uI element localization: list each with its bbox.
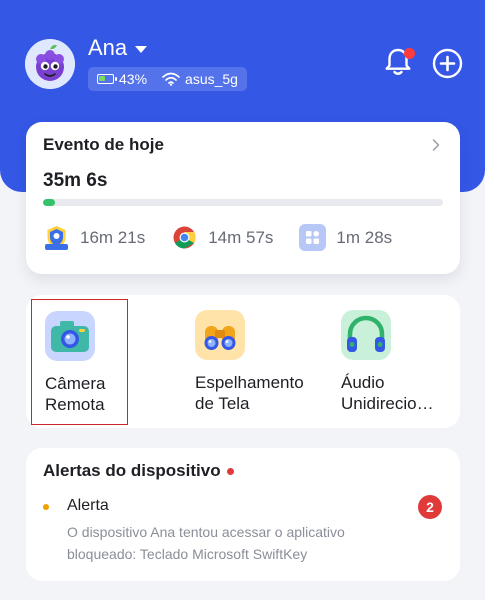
username: Ana	[88, 35, 128, 60]
usage-time: 14m 57s	[208, 227, 274, 247]
feature-label: Câmera Remota	[45, 374, 106, 414]
battery-text: 43%	[119, 71, 148, 87]
app-usage-list: 16m 21s 14m 57s 1m 28s	[43, 224, 418, 251]
today-title: Evento de hoje	[43, 135, 164, 154]
chrome-icon	[173, 226, 196, 249]
battery-level	[99, 76, 105, 81]
screen-mirroring-button[interactable]: Espelhamento de Tela	[176, 295, 306, 428]
headphones-icon	[341, 310, 391, 360]
total-time: 35m 6s	[43, 170, 108, 191]
alert-name: Alerta	[67, 497, 109, 514]
usage-time: 1m 28s	[336, 227, 393, 247]
alert-text: O dispositivo Ana tentou acessar o aplic…	[67, 524, 345, 562]
chevron-right-icon[interactable]	[432, 139, 440, 151]
wifi-icon	[162, 72, 180, 86]
usage-item[interactable]: 14m 57s	[171, 224, 273, 251]
one-way-audio-button[interactable]: Áudio Unidirecio…	[322, 295, 452, 428]
binoculars-icon	[195, 310, 245, 360]
alert-count-badge: 2	[418, 495, 442, 519]
caret-down-icon	[135, 45, 148, 53]
usage-item[interactable]: 16m 21s	[43, 224, 145, 251]
user-switcher[interactable]: Ana	[88, 35, 148, 61]
notification-dot	[404, 48, 415, 59]
grape-avatar-icon	[25, 39, 75, 89]
usage-progress-bar	[43, 199, 443, 206]
add-icon[interactable]	[432, 48, 463, 79]
camera-icon	[45, 311, 95, 361]
avatar[interactable]	[25, 39, 75, 89]
alerts-unread-dot	[226, 468, 234, 476]
device-alerts-card[interactable]: Alertas do dispositivo Alerta O disposit…	[26, 448, 460, 581]
today-event-card[interactable]: Evento de hoje 35m 6s 16m 21s 14m 57s 1m…	[26, 122, 460, 274]
alert-bullet	[43, 504, 49, 510]
battery-icon	[97, 74, 117, 84]
apps-grid-icon	[299, 224, 327, 251]
feature-label: Áudio Unidirecio…	[341, 373, 434, 413]
usage-item[interactable]: 1m 28s	[299, 224, 392, 251]
wifi-name: asus_5g	[185, 71, 238, 87]
device-status: 43% asus_5g	[88, 67, 247, 91]
kids-app-icon	[45, 226, 68, 250]
usage-time: 16m 21s	[80, 227, 146, 247]
feature-label: Espelhamento de Tela	[195, 373, 304, 413]
remote-camera-button[interactable]: Câmera Remota	[31, 299, 128, 425]
header: Ana 43% asus_5g	[0, 0, 485, 110]
alerts-title-text: Alertas do dispositivo	[43, 461, 221, 480]
alerts-title: Alertas do dispositivo	[43, 461, 234, 481]
usage-progress-fill	[43, 199, 55, 206]
features-card: Câmera Remota Espelhamento de Tela Áudio…	[26, 295, 460, 428]
